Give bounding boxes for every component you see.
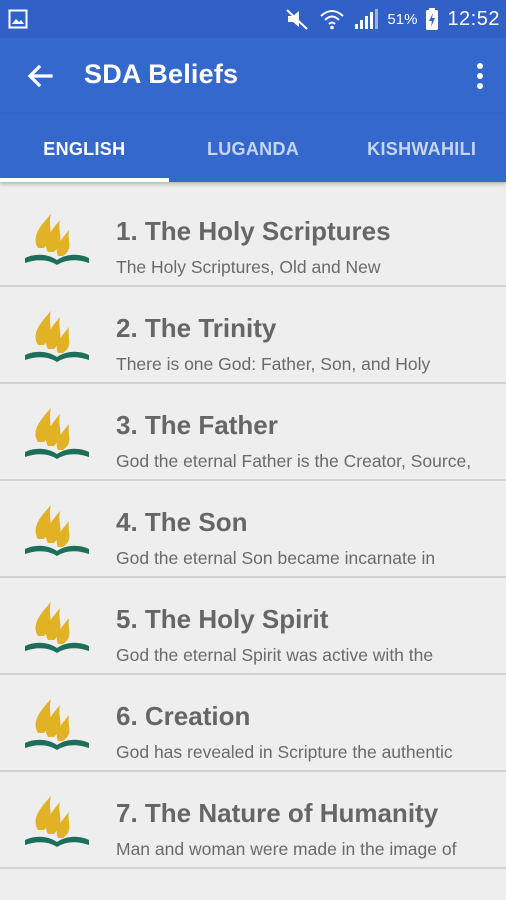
tab-kishwahili[interactable]: KISHWAHILI (337, 114, 506, 182)
list-item[interactable]: 2. The Trinity There is one God: Father,… (0, 287, 506, 384)
sda-logo-icon (25, 796, 89, 847)
sda-logo-icon (25, 699, 89, 750)
belief-title: 2. The Trinity (116, 313, 277, 343)
sda-logo-icon (25, 408, 89, 459)
sda-logo-icon (25, 505, 89, 556)
belief-snippet: God the eternal Son became incarnate in (116, 548, 436, 568)
belief-title: 1. The Holy Scriptures (116, 216, 391, 246)
sda-logo-icon (25, 214, 89, 265)
beliefs-list: 1. The Holy Scriptures The Holy Scriptur… (0, 190, 506, 869)
list-item[interactable]: 3. The Father God the eternal Father is … (0, 384, 506, 481)
gallery-icon (8, 9, 28, 29)
belief-snippet: God the eternal Spirit was active with t… (116, 645, 434, 665)
language-tabs: ENGLISH LUGANDA KISHWAHILI (0, 114, 506, 182)
status-time: 12:52 (447, 7, 500, 30)
belief-snippet: God the eternal Father is the Creator, S… (116, 451, 472, 471)
list-item[interactable]: 4. The Son God the eternal Son became in… (0, 481, 506, 578)
sda-logo-icon (25, 311, 89, 362)
app-bar: SDA Beliefs (0, 38, 506, 114)
belief-snippet: Man and woman were made in the image of (116, 839, 457, 859)
list-item[interactable]: 6. Creation God has revealed in Scriptur… (0, 675, 506, 772)
tab-luganda[interactable]: LUGANDA (169, 114, 338, 182)
battery-percent: 51% (387, 10, 418, 28)
status-bar: 51% 12:52 (0, 0, 506, 38)
mute-icon (286, 9, 309, 30)
more-vert-icon[interactable] (472, 60, 488, 92)
signal-icon (355, 9, 379, 29)
belief-snippet: God has revealed in Scripture the authen… (116, 742, 453, 762)
tab-english[interactable]: ENGLISH (0, 114, 169, 182)
sda-logo-icon (25, 602, 89, 653)
belief-title: 5. The Holy Spirit (116, 604, 329, 634)
list-item[interactable]: 1. The Holy Scriptures The Holy Scriptur… (0, 190, 506, 287)
status-icons: 51% 12:52 (285, 0, 500, 38)
belief-title: 7. The Nature of Humanity (116, 798, 439, 828)
list-item[interactable]: 5. The Holy Spirit God the eternal Spiri… (0, 578, 506, 675)
belief-snippet: There is one God: Father, Son, and Holy (116, 354, 431, 374)
belief-snippet: The Holy Scriptures, Old and New (116, 257, 381, 277)
arrow-back-icon[interactable] (24, 60, 56, 92)
list-item[interactable]: 7. The Nature of Humanity Man and woman … (0, 772, 506, 869)
page-title: SDA Beliefs (84, 59, 239, 89)
belief-title: 3. The Father (116, 410, 278, 440)
battery-charging-icon (426, 8, 439, 30)
belief-title: 6. Creation (116, 701, 251, 731)
wifi-icon (320, 10, 345, 30)
belief-title: 4. The Son (116, 507, 248, 537)
